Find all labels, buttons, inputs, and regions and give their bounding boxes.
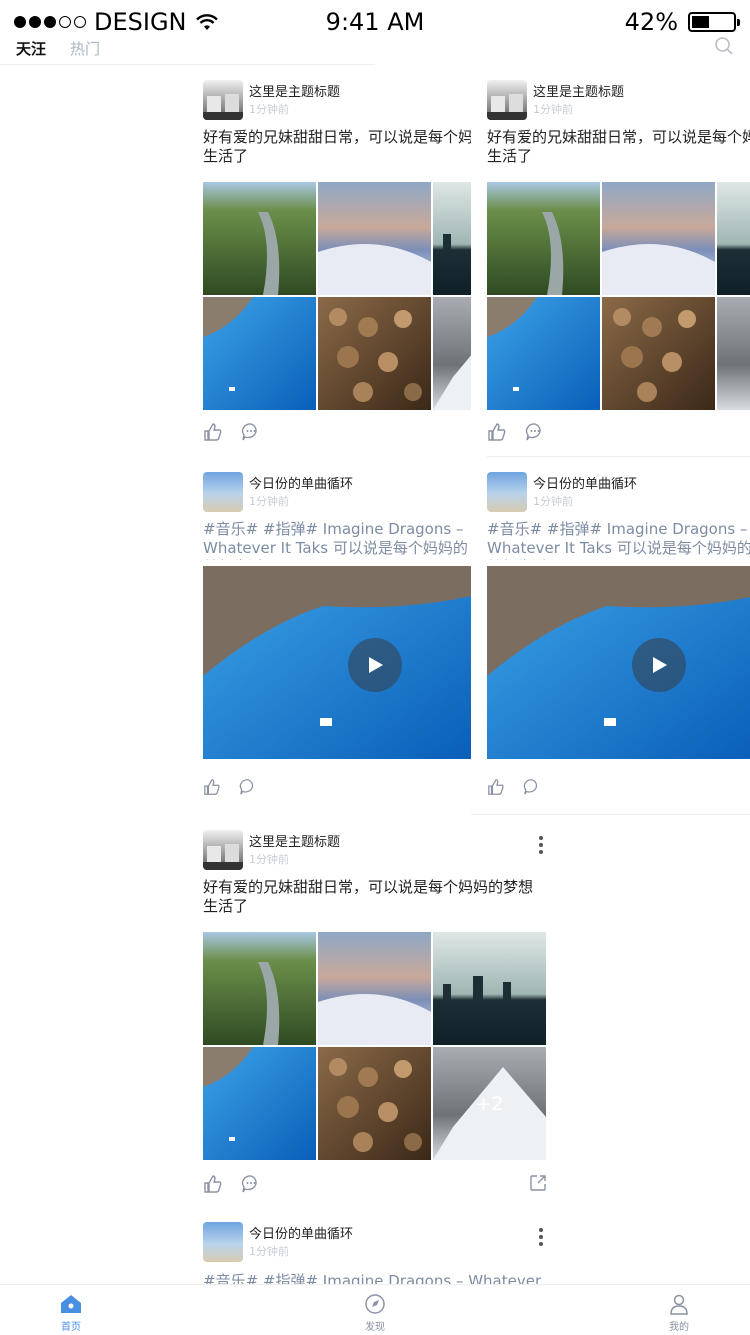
post-author[interactable]: 今日份的单曲循环 <box>249 1223 353 1242</box>
post-card: 这里是主题标题 1分钟前 好有爱的兄妹甜甜日常，可以说是每个妈妈的梦想生活了 +… <box>203 830 547 1210</box>
video-thumbnail[interactable] <box>203 566 471 759</box>
more-menu-icon[interactable] <box>539 1228 545 1246</box>
video-thumbnail[interactable] <box>487 566 750 759</box>
feed-pane-left: 这里是主题标题 1分钟前 好有爱的兄妹甜甜日常，可以说是每个妈妈的梦想生活了 今… <box>203 75 471 815</box>
like-icon[interactable] <box>203 778 221 796</box>
comment-icon[interactable] <box>241 1174 261 1194</box>
avatar[interactable] <box>203 830 243 870</box>
photo-forest[interactable] <box>487 182 600 295</box>
tab-hot[interactable]: 热门 <box>70 38 100 59</box>
status-bar: DESIGN 9:41 AM 42% <box>0 0 750 40</box>
photo-snow-mountain[interactable]: +2 <box>433 1047 546 1160</box>
post-actions <box>203 422 261 442</box>
avatar[interactable] <box>203 80 243 120</box>
photo-firewood[interactable] <box>318 297 431 410</box>
card-divider <box>487 456 750 457</box>
photo-snow-mountain[interactable] <box>717 297 750 410</box>
like-icon[interactable] <box>487 778 505 796</box>
battery-percent: 42% <box>624 8 678 36</box>
tab-home[interactable]: 首页 <box>41 1293 101 1333</box>
post-author[interactable]: 今日份的单曲循环 <box>249 473 353 492</box>
post-text: #音乐# #指弹# Imagine Dragons – Whatever It … <box>203 520 468 560</box>
share-icon[interactable] <box>529 1174 547 1192</box>
profile-icon <box>670 1294 688 1315</box>
photo-misty-river[interactable] <box>318 182 431 295</box>
more-photos-count[interactable]: +2 <box>433 1047 546 1160</box>
post-author[interactable]: 这里是主题标题 <box>249 831 340 850</box>
tab-discover[interactable]: 发现 <box>345 1293 405 1333</box>
post-text: #音乐# #指弹# Imagine Dragons – Whatever It … <box>487 520 750 560</box>
photo-misty-river[interactable] <box>602 182 715 295</box>
photo-grid <box>203 182 471 410</box>
photo-sea[interactable] <box>203 297 316 410</box>
feed-pane-right: 这里是主题标题 1分钟前 好有爱的兄妹甜甜日常，可以说是每个妈妈的梦想生活了 今… <box>487 75 750 815</box>
photo-sea[interactable] <box>487 297 600 410</box>
comment-icon[interactable] <box>239 778 257 796</box>
post-actions <box>487 422 545 442</box>
play-button[interactable] <box>348 638 402 692</box>
post-text: 好有爱的兄妹甜甜日常，可以说是每个妈妈的梦想生活了 <box>203 878 534 915</box>
photo-firewood[interactable] <box>318 1047 431 1160</box>
avatar[interactable] <box>203 472 243 512</box>
comment-icon[interactable] <box>525 422 545 442</box>
comment-icon[interactable] <box>523 778 541 796</box>
discover-icon <box>365 1294 385 1314</box>
post-time: 1分钟前 <box>249 1245 289 1258</box>
tab-following[interactable]: 天汪 <box>16 38 46 59</box>
like-icon[interactable] <box>203 1174 223 1194</box>
post-time: 1分钟前 <box>249 103 289 116</box>
home-icon <box>61 1295 81 1313</box>
photo-city[interactable] <box>433 932 546 1045</box>
tab-profile[interactable]: 我的 <box>649 1293 709 1333</box>
avatar[interactable] <box>487 472 527 512</box>
post-time: 1分钟前 <box>533 103 573 116</box>
photo-city[interactable] <box>717 182 750 295</box>
photo-forest[interactable] <box>203 182 316 295</box>
photo-sea[interactable] <box>203 1047 316 1160</box>
search-icon[interactable] <box>714 36 734 56</box>
post-author[interactable]: 今日份的单曲循环 <box>533 473 637 492</box>
photo-misty-river[interactable] <box>318 932 431 1045</box>
avatar[interactable] <box>487 80 527 120</box>
post-actions <box>487 778 541 796</box>
photo-city[interactable] <box>433 182 471 295</box>
photo-grid: +2 <box>203 932 546 1160</box>
post-time: 1分钟前 <box>249 495 289 508</box>
like-icon[interactable] <box>487 422 507 442</box>
pane-divider <box>471 814 750 815</box>
post-author[interactable]: 这里是主题标题 <box>249 81 340 100</box>
tab-home-label: 首页 <box>61 1322 81 1333</box>
photo-firewood[interactable] <box>602 297 715 410</box>
more-menu-icon[interactable] <box>539 836 545 854</box>
post-text: 好有爱的兄妹甜甜日常，可以说是每个妈妈的梦想生活了 <box>203 128 471 165</box>
post-time: 1分钟前 <box>249 853 289 866</box>
post-time: 1分钟前 <box>533 495 573 508</box>
post-actions <box>203 778 257 796</box>
battery-group: 42% <box>624 8 740 36</box>
photo-grid <box>487 182 750 410</box>
bottom-tab-bar: 首页 发现 我的 <box>0 1284 750 1335</box>
avatar[interactable] <box>203 1222 243 1262</box>
post-actions <box>203 1174 261 1194</box>
tab-discover-label: 发现 <box>365 1322 385 1333</box>
post-author[interactable]: 这里是主题标题 <box>533 81 624 100</box>
feed-tabs: 天汪 热门 <box>0 36 375 65</box>
tab-profile-label: 我的 <box>669 1322 689 1333</box>
comment-icon[interactable] <box>241 422 261 442</box>
play-button[interactable] <box>632 638 686 692</box>
post-text: 好有爱的兄妹甜甜日常，可以说是每个妈妈的梦想生活了 <box>487 128 750 165</box>
like-icon[interactable] <box>203 422 223 442</box>
battery-icon <box>688 12 740 32</box>
photo-forest[interactable] <box>203 932 316 1045</box>
photo-snow-mountain[interactable] <box>433 297 471 410</box>
